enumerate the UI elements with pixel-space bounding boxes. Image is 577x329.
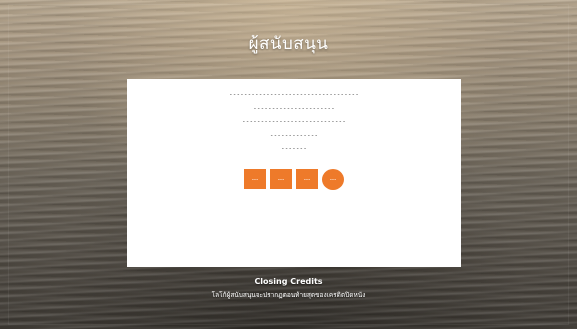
- circle-link-icon: ---: [329, 176, 337, 183]
- footer-title: Closing Credits: [254, 277, 323, 286]
- square-link-icon: ---: [303, 175, 311, 183]
- sponsor-logo-button-2[interactable]: ---: [270, 169, 292, 189]
- credit-line: ----------------------: [253, 104, 335, 112]
- credit-line: -------: [281, 145, 307, 152]
- square-link-icon: ---: [277, 175, 285, 183]
- slide-background: ผู้สนับสนุน ----------------------------…: [0, 0, 577, 329]
- sponsor-panel: ----------------------------------- ----…: [127, 79, 461, 267]
- credit-line: -----------------------------------: [229, 91, 359, 98]
- sponsor-logo-button-4[interactable]: ---: [322, 169, 344, 190]
- sponsor-logo-row: --- --- --- ---: [127, 169, 461, 190]
- square-link-icon: ---: [251, 175, 259, 183]
- sponsor-logo-button-1[interactable]: ---: [244, 169, 266, 189]
- page-title: ผู้สนับสนุน: [248, 34, 329, 54]
- credit-line: ----------------------------: [242, 118, 346, 125]
- credit-line: -------------: [269, 131, 319, 139]
- footer-subtitle: โลโก้ผู้สนับสนุนจะปรากฏตอนท้ายสุดของเครด…: [211, 291, 366, 299]
- credit-lines: ----------------------------------- ----…: [127, 88, 461, 156]
- sponsor-logo-button-3[interactable]: ---: [296, 169, 318, 189]
